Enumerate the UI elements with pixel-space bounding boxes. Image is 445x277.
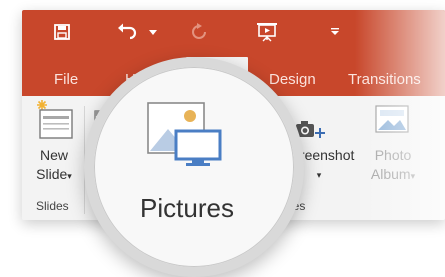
chevron-down-icon: ▾ bbox=[410, 171, 416, 181]
tab-transitions[interactable]: Transitions bbox=[348, 66, 421, 94]
photo-album-label-line1: Photo bbox=[374, 147, 412, 163]
customize-quick-access-icon bbox=[331, 28, 339, 35]
redo-button[interactable] bbox=[188, 20, 210, 44]
new-slide-label-line1: New bbox=[39, 147, 68, 163]
chevron-down-icon bbox=[149, 29, 157, 35]
chevron-down-icon: ▾ bbox=[67, 171, 72, 181]
photo-album-label-line2: Album▾ bbox=[370, 166, 416, 182]
pictures-label: Pictures bbox=[140, 193, 234, 223]
new-slide-label-line2: Slide▾ bbox=[36, 166, 72, 182]
save-button[interactable] bbox=[50, 20, 74, 44]
tab-file[interactable]: File bbox=[54, 66, 78, 94]
undo-button[interactable] bbox=[114, 20, 140, 44]
undo-dropdown[interactable] bbox=[146, 20, 160, 44]
save-icon bbox=[54, 24, 70, 40]
magnifier-lens: Pictures bbox=[84, 57, 304, 277]
customize-quick-access-button[interactable] bbox=[328, 20, 342, 44]
undo-icon bbox=[118, 23, 137, 40]
photo-album-button[interactable]: Photo Album▾ bbox=[362, 96, 424, 192]
pictures-icon bbox=[147, 102, 222, 166]
photo-album-icon bbox=[375, 105, 409, 133]
start-from-beginning-icon bbox=[257, 23, 277, 42]
tab-design[interactable]: Design bbox=[269, 66, 316, 94]
redo-icon bbox=[192, 23, 206, 39]
new-slide-icon bbox=[37, 100, 73, 139]
new-slide-button[interactable]: New Slide▾ bbox=[26, 96, 82, 192]
pictures-button[interactable]: Pictures bbox=[132, 101, 242, 231]
present-button[interactable] bbox=[254, 20, 280, 44]
group-label-slides: Slides bbox=[36, 199, 69, 213]
